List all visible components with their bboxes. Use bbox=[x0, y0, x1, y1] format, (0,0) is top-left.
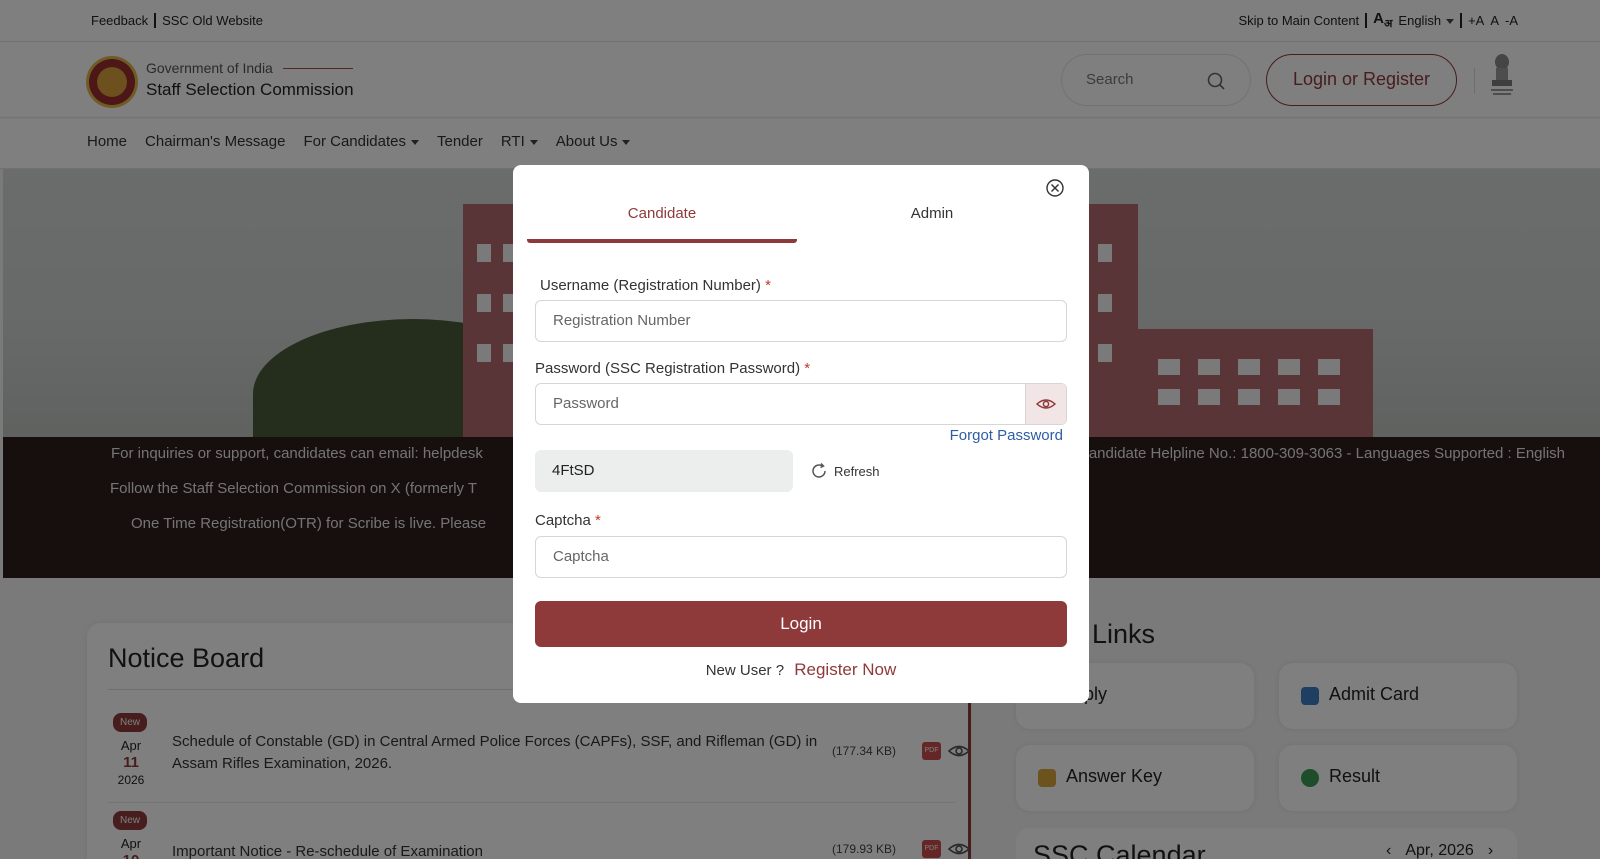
tab-admin[interactable]: Admin bbox=[797, 203, 1067, 243]
required-mark: * bbox=[595, 512, 601, 529]
login-submit-button[interactable]: Login bbox=[535, 601, 1067, 647]
password-field bbox=[535, 383, 1067, 425]
toggle-password-visibility-button[interactable] bbox=[1025, 384, 1066, 424]
refresh-icon bbox=[812, 462, 826, 478]
new-user-prompt: New User ? Register Now bbox=[513, 660, 1089, 680]
required-mark: * bbox=[804, 360, 811, 377]
refresh-label: Refresh bbox=[834, 463, 880, 479]
password-label-text: Password (SSC Registration Password) bbox=[535, 360, 801, 377]
password-input[interactable] bbox=[553, 395, 1023, 412]
username-label-text: Username (Registration Number) bbox=[540, 277, 761, 294]
forgot-password-link[interactable]: Forgot Password bbox=[950, 427, 1063, 444]
login-modal: Candidate Admin Username (Registration N… bbox=[513, 165, 1089, 703]
captcha-field bbox=[535, 536, 1067, 578]
refresh-captcha-button[interactable]: Refresh bbox=[810, 462, 880, 480]
username-field bbox=[535, 300, 1067, 342]
required-mark: * bbox=[765, 277, 771, 294]
password-label: Password (SSC Registration Password) * bbox=[535, 360, 810, 377]
register-now-link[interactable]: Register Now bbox=[794, 660, 896, 679]
tab-candidate[interactable]: Candidate bbox=[527, 203, 797, 243]
captcha-label: Captcha * bbox=[535, 512, 601, 529]
username-label: Username (Registration Number) * bbox=[540, 277, 771, 294]
new-user-text: New User ? bbox=[705, 662, 785, 679]
login-tabs: Candidate Admin bbox=[527, 203, 1067, 243]
close-icon[interactable] bbox=[1045, 178, 1065, 198]
eye-icon bbox=[1036, 399, 1056, 409]
username-input[interactable] bbox=[553, 312, 1023, 329]
captcha-label-text: Captcha bbox=[535, 512, 591, 529]
captcha-input[interactable] bbox=[553, 548, 1023, 565]
captcha-image: 4FtSD bbox=[535, 450, 793, 492]
